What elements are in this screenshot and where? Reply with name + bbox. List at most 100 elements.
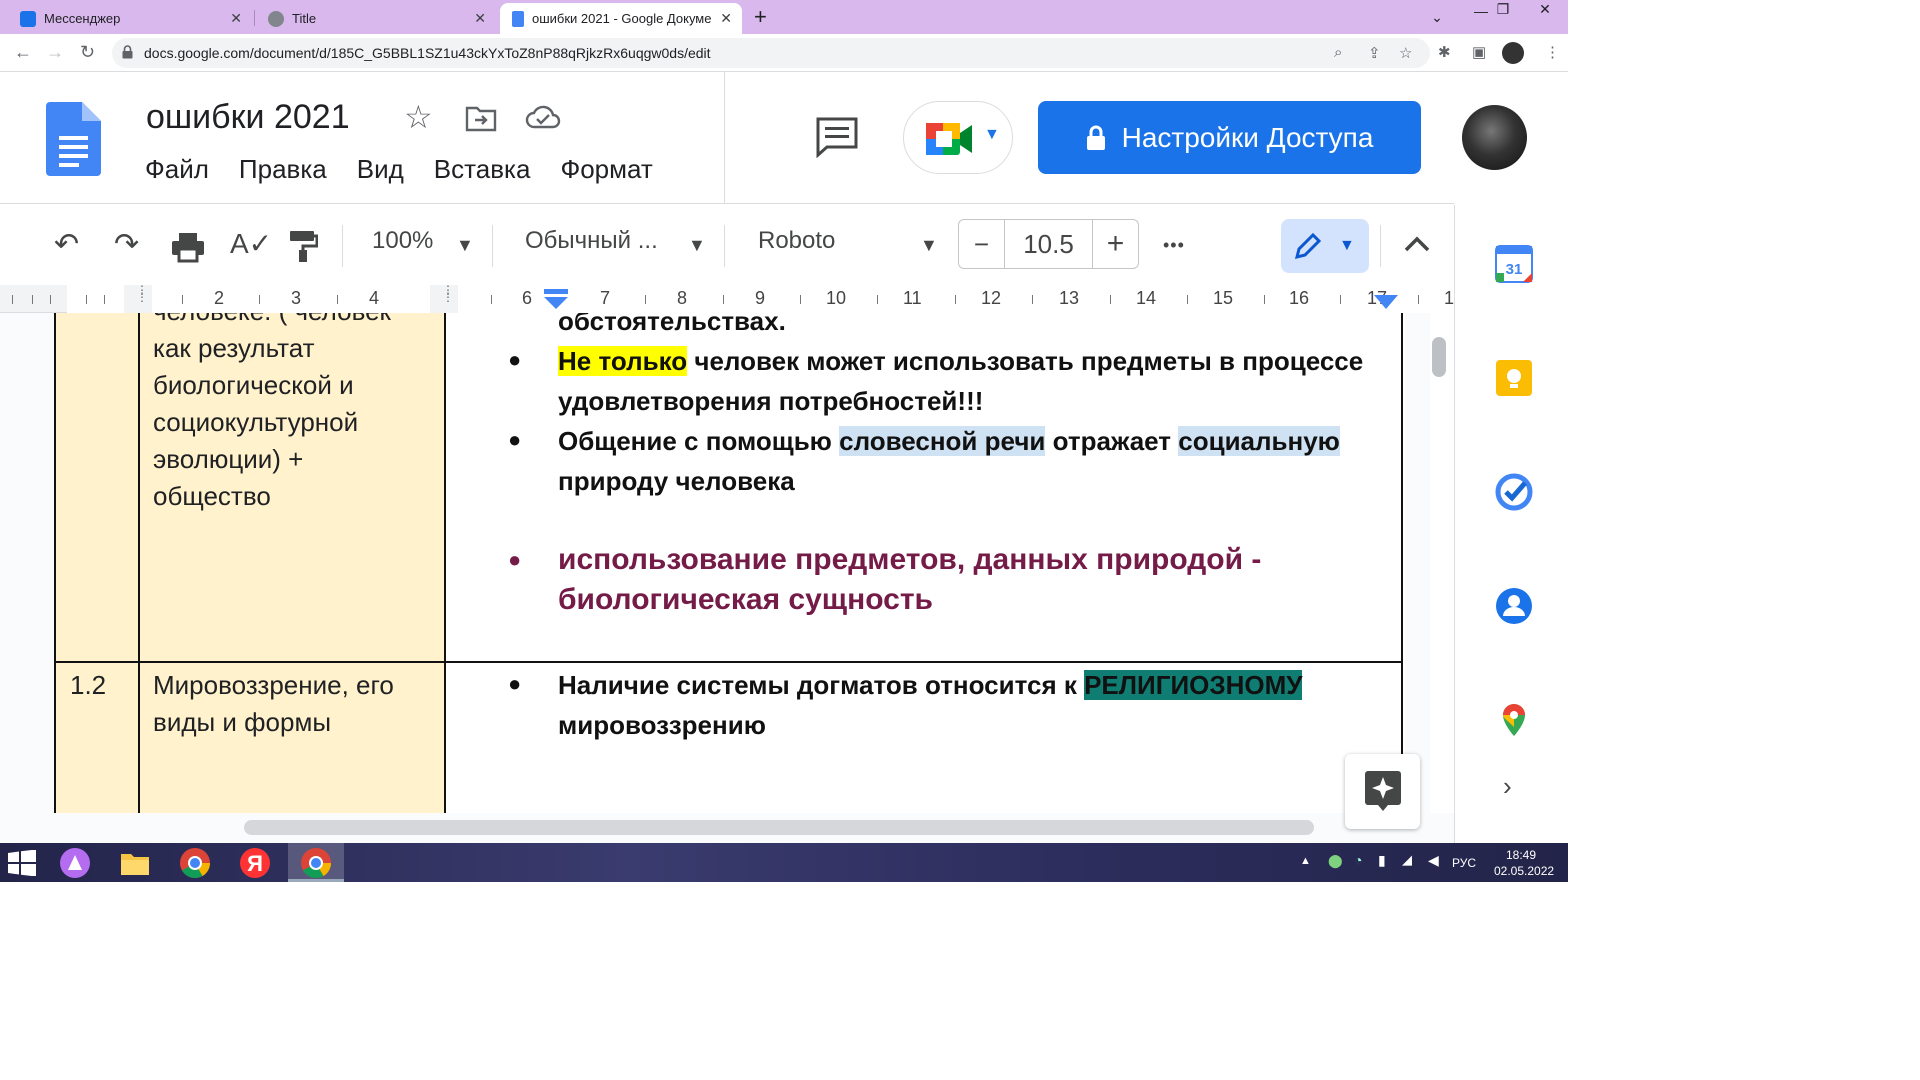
right-indent-marker-icon[interactable] <box>1373 294 1399 310</box>
menu-insert[interactable]: Вставка <box>434 154 531 185</box>
show-hidden-icons-icon[interactable]: ▲ <box>1300 855 1311 867</box>
highlighted-text[interactable]: словесной речи <box>839 426 1046 456</box>
tasks-icon[interactable] <box>1495 473 1533 511</box>
scrollbar-thumb[interactable] <box>1432 337 1446 377</box>
print-icon[interactable] <box>171 231 205 263</box>
paint-format-icon[interactable] <box>288 229 318 263</box>
zoom-icon[interactable]: ⌕ <box>1334 44 1342 61</box>
reload-icon[interactable]: ↻ <box>80 42 95 63</box>
language-indicator[interactable]: РУС <box>1452 856 1476 870</box>
comments-icon[interactable] <box>815 116 859 158</box>
chevron-down-icon[interactable]: ▼ <box>688 235 706 256</box>
content-line[interactable]: Общение с помощью словесной речи отражае… <box>558 421 1340 461</box>
content-text[interactable]: Общение с помощью <box>558 426 839 456</box>
content-line[interactable]: Не только человек может использовать пре… <box>558 341 1363 381</box>
move-folder-icon[interactable] <box>465 104 497 132</box>
content-text[interactable]: мировоззрению <box>558 705 766 745</box>
undo-icon[interactable]: ↶ <box>54 227 79 262</box>
vertical-scrollbar[interactable] <box>1430 313 1454 813</box>
topic-text[interactable]: социокультурной <box>153 404 358 441</box>
menu-kebab-icon[interactable]: ⋮ <box>1545 43 1560 61</box>
content-text[interactable]: Наличие системы догматов относится к <box>558 670 1084 700</box>
row-number[interactable]: 1.2 <box>70 667 106 704</box>
gauge-icon[interactable]: ◔ <box>1354 852 1362 868</box>
wifi-icon[interactable]: ◢ <box>1402 852 1412 868</box>
content-text[interactable]: использование предметов, данных природой… <box>558 540 1261 580</box>
account-avatar[interactable] <box>1462 105 1527 170</box>
explore-button[interactable] <box>1345 754 1420 829</box>
menu-format[interactable]: Формат <box>560 154 652 185</box>
menu-edit[interactable]: Правка <box>239 154 327 185</box>
increase-font-size-button[interactable]: + <box>1092 220 1138 268</box>
side-panel-icon[interactable]: ▣ <box>1472 43 1486 61</box>
chevron-down-icon[interactable]: ▼ <box>456 235 474 256</box>
document-title[interactable]: ошибки 2021 <box>146 98 350 137</box>
redo-icon[interactable]: ↷ <box>114 227 139 262</box>
collapse-menus-icon[interactable] <box>1404 235 1430 253</box>
back-icon[interactable]: ← <box>14 42 32 63</box>
volume-icon[interactable]: ◀ <box>1428 852 1439 869</box>
content-line[interactable]: Наличие системы догматов относится к РЕЛ… <box>558 665 1303 705</box>
bookmark-star-icon[interactable]: ☆ <box>1399 44 1412 62</box>
clock-time[interactable]: 18:49 <box>1506 848 1536 862</box>
file-explorer-icon[interactable] <box>118 846 152 880</box>
topic-text[interactable]: общество <box>153 478 271 515</box>
profile-avatar[interactable] <box>1502 42 1524 64</box>
content-text[interactable]: отражает <box>1045 426 1178 456</box>
highlighted-text[interactable]: Не только <box>558 346 688 376</box>
horizontal-scrollbar[interactable] <box>0 813 1454 843</box>
alice-assistant-icon[interactable] <box>58 846 92 880</box>
close-tab-icon[interactable]: ✕ <box>720 10 732 27</box>
content-text[interactable]: человек может использовать предметы в пр… <box>687 346 1363 376</box>
highlighted-text[interactable]: социальную <box>1178 426 1340 456</box>
decrease-font-size-button[interactable]: − <box>959 220 1005 268</box>
topic-text[interactable]: биологической и <box>153 367 354 404</box>
close-tab-icon[interactable]: ✕ <box>474 10 486 27</box>
tab-title[interactable]: Title ✕ <box>256 3 496 34</box>
menu-view[interactable]: Вид <box>357 154 404 185</box>
tab-messenger[interactable]: Мессенджер ✕ <box>8 3 252 34</box>
content-text[interactable]: природу человека <box>558 461 795 501</box>
ruler[interactable]: ⋮ ⋮ ⋮ ⋮ 2 3 4 6 7 8 9 10 11 12 13 14 15 16… <box>0 284 1457 313</box>
chevron-down-icon[interactable]: ▼ <box>920 235 938 256</box>
topic-text[interactable]: Мировоззрение, его <box>153 667 394 704</box>
scrollbar-thumb[interactable] <box>244 820 1314 835</box>
topic-text[interactable]: как результат <box>153 330 315 367</box>
clock-date[interactable]: 02.05.2022 <box>1494 864 1554 878</box>
spellcheck-icon[interactable]: A✓ <box>230 227 272 260</box>
extensions-icon[interactable]: ✱ <box>1438 43 1451 61</box>
left-indent-marker-icon[interactable] <box>542 287 570 311</box>
battery-icon[interactable]: ▮ <box>1378 852 1386 869</box>
tab-docs[interactable]: ошибки 2021 - Google Докумен ✕ <box>500 3 742 34</box>
document-canvas[interactable]: человеке. ( человек как результат биолог… <box>0 313 1430 813</box>
column-marker[interactable]: ⋮ ⋮ <box>124 284 152 313</box>
content-text[interactable]: удовлетворения потребностей!!! <box>558 381 983 421</box>
calendar-icon[interactable]: 31 <box>1495 245 1533 283</box>
maps-icon[interactable] <box>1495 701 1533 739</box>
share-button[interactable]: Настройки Доступа <box>1038 101 1421 174</box>
yandex-browser-icon[interactable]: Я <box>238 846 272 880</box>
tab-search-icon[interactable]: ⌄ <box>1414 0 1460 34</box>
paragraph-style-select[interactable]: Обычный ... <box>525 227 658 255</box>
topic-text[interactable]: человеке. ( человек <box>153 313 391 330</box>
topic-text[interactable]: виды и формы <box>153 704 331 741</box>
menu-file[interactable]: Файл <box>145 154 209 185</box>
active-taskbar-app[interactable] <box>288 843 344 882</box>
chrome-icon[interactable] <box>178 846 212 880</box>
maximize-button[interactable]: ❐ <box>1480 0 1526 26</box>
contacts-icon[interactable] <box>1495 587 1533 625</box>
docs-logo-icon[interactable] <box>46 102 101 176</box>
content-text[interactable]: биологическая сущность <box>558 580 933 620</box>
share-page-icon[interactable]: ⇪ <box>1368 44 1381 62</box>
font-size-input[interactable]: 10.5 <box>1005 220 1092 268</box>
column-marker[interactable]: ⋮ ⋮ <box>430 284 458 313</box>
close-window-button[interactable]: ✕ <box>1522 0 1568 26</box>
editing-mode-button[interactable]: ▼ <box>1281 219 1369 273</box>
forward-icon[interactable]: → <box>46 42 64 63</box>
close-tab-icon[interactable]: ✕ <box>230 10 242 27</box>
new-tab-button[interactable]: + <box>754 4 767 30</box>
star-icon[interactable]: ☆ <box>404 98 433 136</box>
windows-start-icon[interactable] <box>8 850 36 876</box>
omnibox[interactable]: docs.google.com/document/d/185C_G5BBL1SZ… <box>112 38 1430 68</box>
network-app-icon[interactable]: ⬤ <box>1328 853 1343 869</box>
